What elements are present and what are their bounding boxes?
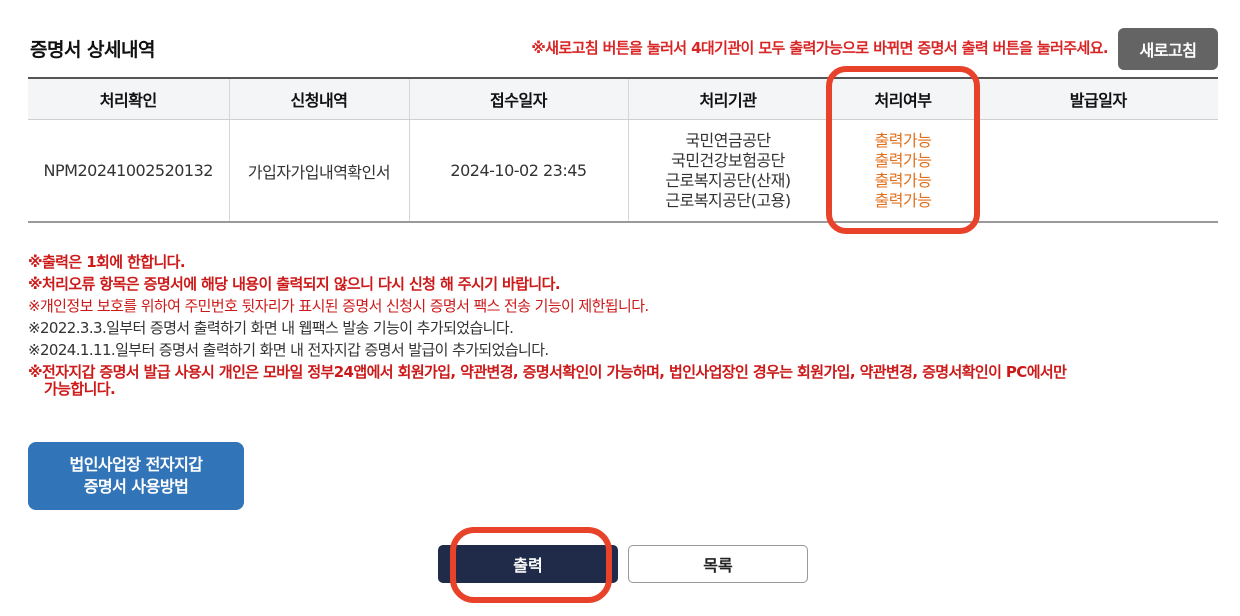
table-header-row: 처리확인 신청내역 접수일자 처리기관 처리여부 발급일자 xyxy=(28,78,1218,120)
column-header-status: 처리여부 xyxy=(828,78,979,120)
cell-request-type: 가입자가입내역확인서 xyxy=(229,119,410,222)
column-header-confirm: 처리확인 xyxy=(28,78,230,120)
notice-item: ※개인정보 보호를 위하여 주민번호 뒷자리가 표시된 증명서 신청시 증명서 … xyxy=(28,297,649,315)
notice-list: ※출력은 1회에 한합니다. ※처리오류 항목은 증명서에 해당 내용이 출력되… xyxy=(28,251,1208,398)
guide-button-line2: 증명서 사용방법 xyxy=(83,477,189,496)
column-header-received: 접수일자 xyxy=(409,78,629,120)
cell-status: 출력가능 출력가능 출력가능 출력가능 xyxy=(828,119,979,222)
refresh-button[interactable]: 새로고침 xyxy=(1118,28,1218,70)
cell-confirm-number: NPM20241002520132 xyxy=(28,119,230,222)
status-comwel-employment: 출력가능 xyxy=(874,190,932,210)
table-row: NPM20241002520132 가입자가입내역확인서 2024-10-02 … xyxy=(28,119,1218,223)
print-button[interactable]: 출력 xyxy=(438,545,618,583)
status-nps: 출력가능 xyxy=(874,130,932,150)
notice-wallet-line1: ※전자지갑 증명서 발급 사용시 개인은 모바일 정부24앱에서 회원가입, 약… xyxy=(28,363,1067,381)
column-header-request: 신청내역 xyxy=(229,78,410,120)
column-header-agency: 처리기관 xyxy=(628,78,829,120)
page-title: 증명서 상세내역 xyxy=(30,39,155,61)
notice-wallet-line2: 가능합니다. xyxy=(44,380,116,398)
notice-item-wallet: ※전자지갑 증명서 발급 사용시 개인은 모바일 정부24앱에서 회원가입, 약… xyxy=(28,364,1208,398)
agency-comwel-employment: 근로복지공단(고용) xyxy=(665,190,791,210)
cell-received-date: 2024-10-02 23:45 xyxy=(409,119,629,222)
status-comwel-industrial: 출력가능 xyxy=(874,170,932,190)
notice-item: ※2022.3.3.일부터 증명서 출력하기 화면 내 웹팩스 발송 기능이 추… xyxy=(28,319,514,337)
guide-button-line1: 법인사업장 전자지갑 xyxy=(69,455,203,474)
certificate-detail-table: 처리확인 신청내역 접수일자 처리기관 처리여부 발급일자 NPM2024100… xyxy=(28,77,1218,223)
list-button[interactable]: 목록 xyxy=(628,545,808,583)
agency-comwel-industrial: 근로복지공단(산재) xyxy=(665,170,791,190)
corporate-wallet-guide-button[interactable]: 법인사업장 전자지갑 증명서 사용방법 xyxy=(28,442,244,510)
agency-nps: 국민연금공단 xyxy=(685,130,771,150)
notice-item: ※출력은 1회에 한합니다. xyxy=(28,253,186,271)
cell-issued-date xyxy=(978,120,1218,223)
cell-agencies: 국민연금공단 국민건강보험공단 근로복지공단(산재) 근로복지공단(고용) xyxy=(628,119,829,222)
status-nhis: 출력가능 xyxy=(874,150,932,170)
notice-item: ※2024.1.11.일부터 증명서 출력하기 화면 내 전자지갑 증명서 발급… xyxy=(28,341,549,359)
column-header-issued: 발급일자 xyxy=(978,78,1218,120)
agency-nhis: 국민건강보험공단 xyxy=(671,150,785,170)
notice-item: ※처리오류 항목은 증명서에 해당 내용이 출력되지 않으니 다시 신청 해 주… xyxy=(28,275,561,293)
refresh-notice: ※새로고침 버튼을 눌러서 4대기관이 모두 출력가능으로 바뀌면 증명서 출력… xyxy=(531,39,1108,57)
